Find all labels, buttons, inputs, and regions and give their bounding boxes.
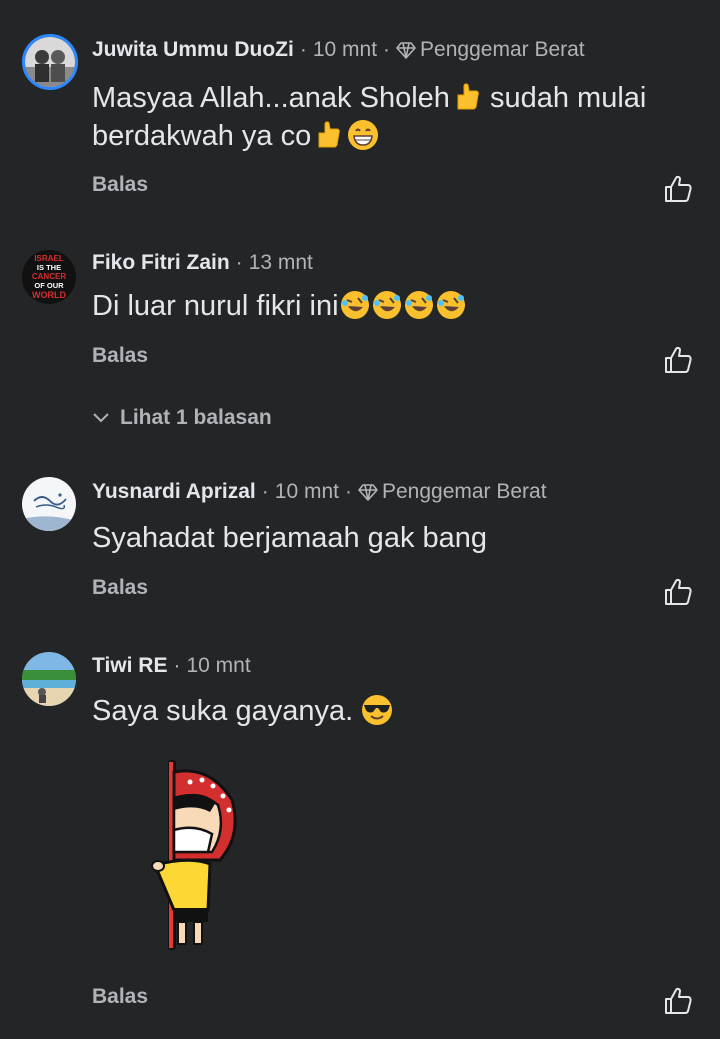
separator: · xyxy=(261,480,269,503)
svg-text:IS THE: IS THE xyxy=(37,263,61,272)
author-name[interactable]: Yusnardi Aprizal xyxy=(92,480,256,504)
svg-text:ISRAEL: ISRAEL xyxy=(34,254,63,263)
thumbs-up-outline-icon xyxy=(665,175,692,202)
separator: · xyxy=(383,38,391,61)
avatar-image: ISRAEL IS THE CANCER OF OUR WORLD xyxy=(22,250,76,304)
timestamp[interactable]: 10 mnt xyxy=(275,480,339,504)
thumbs-up-emoji-icon xyxy=(311,119,343,151)
comment-meta: Tiwi RE · 10 mnt xyxy=(92,654,251,678)
thumbs-up-outline-icon xyxy=(665,346,692,373)
view-replies-button[interactable]: Lihat 1 balasan xyxy=(92,406,272,430)
badge-label: Penggemar Berat xyxy=(381,480,547,503)
comment-text: Di luar nurul fikri ini xyxy=(92,287,692,325)
avatar-image xyxy=(25,37,75,87)
separator: · xyxy=(235,251,243,274)
fan-badge: Penggemar Berat xyxy=(396,38,585,62)
author-name[interactable]: Juwita Ummu DuoZi xyxy=(92,38,294,62)
comment-meta: Yusnardi Aprizal · 10 mnt · Penggemar Be… xyxy=(92,480,547,504)
avatar-image xyxy=(22,652,76,706)
avatar[interactable] xyxy=(22,652,76,706)
like-button[interactable] xyxy=(663,345,693,375)
thumbs-up-outline-icon xyxy=(665,578,692,605)
comment-text-part: berdakwah ya co xyxy=(92,120,312,152)
rofl-emoji-icon xyxy=(403,289,435,321)
timestamp[interactable]: 10 mnt xyxy=(186,654,250,678)
avatar[interactable]: ISRAEL IS THE CANCER OF OUR WORLD xyxy=(22,250,76,304)
separator: · xyxy=(344,480,352,503)
fan-badge: Penggemar Berat xyxy=(358,480,547,504)
like-button[interactable] xyxy=(663,986,693,1016)
thumbs-up-outline-icon xyxy=(665,987,692,1014)
svg-text:WORLD: WORLD xyxy=(32,290,66,300)
avatar[interactable] xyxy=(22,34,78,90)
svg-text:CANCER: CANCER xyxy=(32,272,66,281)
diamond-icon xyxy=(358,484,378,501)
separator: · xyxy=(299,38,307,61)
comment-text-part: Saya suka gayanya. xyxy=(92,695,354,727)
comment-meta: Juwita Ummu DuoZi · 10 mnt · Penggemar B… xyxy=(92,38,585,62)
comment-text: Masyaa Allah...anak Sholeh sudah mulai b… xyxy=(92,79,692,155)
diamond-icon xyxy=(396,42,416,59)
comment-meta: Fiko Fitri Zain · 13 mnt xyxy=(92,251,313,275)
thumbs-up-emoji-icon xyxy=(450,81,482,113)
view-replies-label: Lihat 1 balasan xyxy=(120,406,272,429)
reply-button[interactable]: Balas xyxy=(92,985,148,1009)
rofl-emoji-icon xyxy=(371,289,403,321)
separator: · xyxy=(173,654,181,677)
grinning-emoji-icon xyxy=(347,119,379,151)
comment-text-part: sudah mulai xyxy=(481,82,647,114)
author-name[interactable]: Fiko Fitri Zain xyxy=(92,251,230,275)
avatar[interactable] xyxy=(22,477,76,531)
like-button[interactable] xyxy=(663,577,693,607)
comment-text-part: Masyaa Allah...anak Sholeh xyxy=(92,82,450,114)
reply-button[interactable]: Balas xyxy=(92,173,148,197)
sticker-image xyxy=(150,760,245,955)
reply-button[interactable]: Balas xyxy=(92,344,148,368)
timestamp[interactable]: 13 mnt xyxy=(249,251,313,275)
rofl-emoji-icon xyxy=(435,289,467,321)
comment-text-part: Di luar nurul fikri ini xyxy=(92,290,339,322)
svg-text:OF OUR: OF OUR xyxy=(34,281,64,290)
comment-text: Syahadat berjamaah gak bang xyxy=(92,522,488,554)
badge-label: Penggemar Berat xyxy=(420,38,585,61)
timestamp[interactable]: 10 mnt xyxy=(313,38,377,62)
comment-text: Saya suka gayanya. xyxy=(92,692,692,730)
rofl-emoji-icon xyxy=(339,289,371,321)
author-name[interactable]: Tiwi RE xyxy=(92,654,167,678)
reply-button[interactable]: Balas xyxy=(92,576,148,600)
sunglasses-emoji-icon xyxy=(361,694,393,726)
avatar-image xyxy=(22,477,76,531)
chevron-down-icon xyxy=(93,413,109,423)
like-button[interactable] xyxy=(663,174,693,204)
